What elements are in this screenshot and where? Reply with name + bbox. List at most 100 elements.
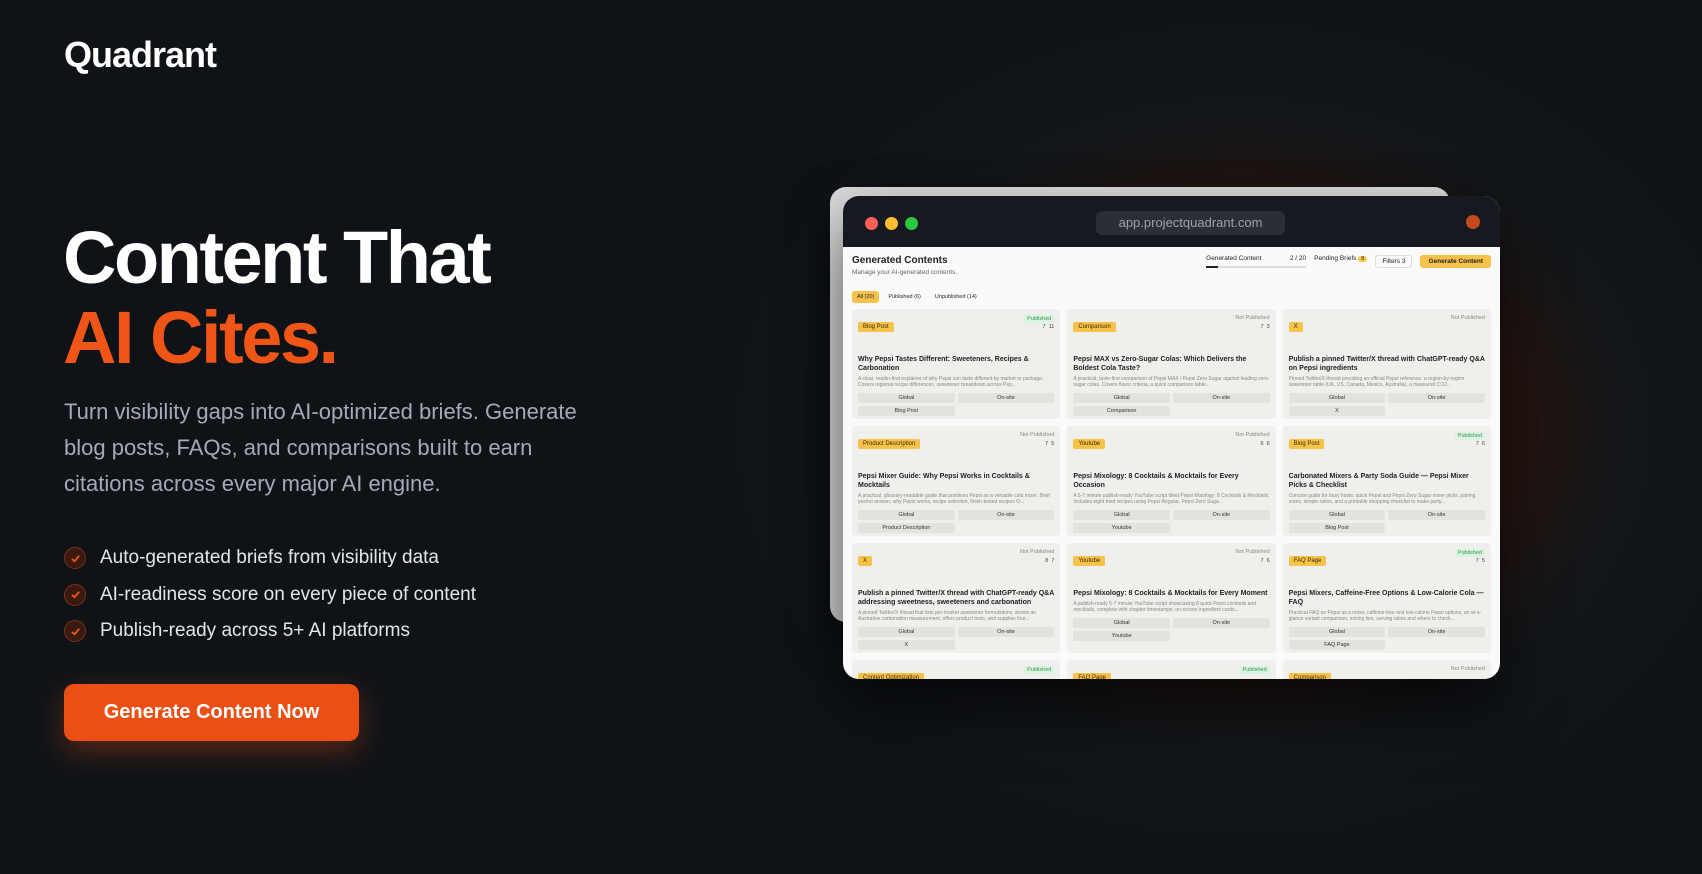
card-stats: 7 3 [1260, 324, 1270, 330]
format-pill: Youtube [1073, 523, 1170, 533]
content-type-tag: Comparison [1288, 673, 1332, 679]
card-description: A pinned Twitter/X thread that lists per… [858, 610, 1037, 622]
content-grid: Blog Post Published 7 11 Why Pepsi Tastes D… [852, 309, 1491, 653]
url-bar: app.projectquadrant.com [1096, 211, 1285, 235]
placement-pill: On-site [957, 627, 1055, 637]
status-badge: Published [1024, 315, 1055, 323]
content-card[interactable]: Youtube Not Published 7 6 Pepsi Mixology: 8… [1067, 543, 1276, 653]
content-type-tag: Content Optimization [858, 673, 925, 679]
status-badge: Not Published [1235, 432, 1270, 438]
pending-briefs[interactable]: Pending Briefs 8 [1314, 255, 1368, 262]
page-subtitle: Manage your AI-generated contents. [852, 269, 958, 276]
filter-tabs: All (20) Published (6) Unpublished (14) [852, 291, 1491, 303]
feature-text: Publish-ready across 5+ AI platforms [100, 620, 410, 642]
feature-item: Publish-ready across 5+ AI platforms [64, 613, 476, 650]
content-card[interactable]: Comparison Not Published 7 3 Pepsi MAX vs Z… [1067, 309, 1276, 419]
card-description: A practical, glossary-readable guide tha… [858, 493, 1050, 505]
card-title: Pepsi Mixers, Caffeine-Free Options & Lo… [1288, 590, 1484, 606]
app-content: Generated Contents Manage your AI-genera… [843, 247, 1500, 679]
feature-text: AI-readiness score on every piece of con… [100, 583, 476, 605]
feature-list: Auto-generated briefs from visibility da… [64, 540, 476, 650]
content-type-tag: X [1288, 322, 1303, 332]
record-icon [1466, 215, 1480, 229]
status-badge: Published [1239, 666, 1270, 674]
content-card[interactable]: Blog Post Published 7 6 Carbonated Mixers &… [1282, 426, 1491, 536]
region-pill: Global [858, 393, 955, 403]
content-card[interactable]: X Not Published 8 7 Publish a pinned Twitte… [852, 543, 1061, 653]
minimize-dot-icon [885, 217, 898, 230]
placement-pill: On-site [1388, 510, 1485, 520]
status-badge: Published [1024, 666, 1055, 674]
content-type-tag: Product Description [858, 439, 921, 449]
generate-content-button[interactable]: Generate Content Now [64, 684, 359, 741]
card-description: Concise guide for busy hosts: quick Peps… [1288, 493, 1476, 505]
card-title: Pepsi Mixer Guide: Why Pepsi Works in Co… [858, 473, 1030, 489]
content-type-tag: X [858, 556, 873, 566]
content-card[interactable]: Blog Post Published 7 11 Why Pepsi Tastes D… [852, 309, 1061, 419]
app-mockup: app.projectquadrant.com Generated Conten… [843, 196, 1500, 679]
hero-headline: Content That AI Cites. [63, 216, 492, 379]
card-stats: 7 6 [1475, 441, 1485, 447]
check-icon [64, 583, 86, 606]
card-description: A publish-ready 5-7 minute YouTube scrip… [1073, 601, 1257, 613]
content-card[interactable]: Youtube Not Published 6 6 Pepsi Mixology: 8… [1067, 426, 1276, 536]
brand-logo[interactable]: Quadrant [64, 34, 217, 76]
placement-pill: On-site [1172, 618, 1270, 628]
close-dot-icon [865, 217, 878, 230]
format-pill: Blog Post [1288, 523, 1386, 533]
card-description: Pinned Twitter/X thread providing an off… [1288, 376, 1465, 388]
tab-published[interactable]: Published (6) [883, 291, 925, 303]
generate-content-app-button[interactable]: Generate Content [1420, 255, 1491, 268]
format-pill: Comparison [1073, 406, 1170, 416]
card-title: Publish a pinned Twitter/X thread with C… [1288, 356, 1485, 372]
content-card[interactable]: FAQ Page Published [1067, 660, 1276, 679]
browser-titlebar: app.projectquadrant.com [843, 196, 1500, 247]
content-card[interactable]: FAQ Page Published 7 5 Pepsi Mixers, Caffei… [1282, 543, 1491, 653]
maximize-dot-icon [905, 217, 918, 230]
content-grid-partial: Content Optimization Published FAQ Page Pub… [852, 660, 1491, 679]
card-stats: 6 6 [1260, 441, 1270, 447]
card-title: Pepsi MAX vs Zero-Sugar Colas: Which Del… [1073, 356, 1247, 372]
region-pill: Global [1073, 510, 1170, 520]
content-type-tag: Comparison [1073, 322, 1116, 332]
check-icon [64, 620, 86, 643]
region-pill: Global [1073, 618, 1170, 628]
status-badge: Published [1454, 432, 1485, 440]
card-stats [1482, 324, 1485, 330]
check-icon [64, 547, 86, 570]
content-type-tag: FAQ Page [1073, 673, 1112, 679]
content-type-tag: Youtube [1073, 439, 1106, 449]
card-description: Practical FAQ on Pepsi as a mixer, caffe… [1288, 610, 1482, 622]
placement-pill: On-site [1172, 510, 1270, 520]
feature-item: Auto-generated briefs from visibility da… [64, 540, 476, 577]
card-description: A practical, taste-first comparison of P… [1073, 376, 1270, 388]
placement-pill: On-site [1388, 393, 1485, 403]
content-card[interactable]: Content Optimization Published [852, 660, 1061, 679]
content-card[interactable]: X Not Published Publish a pinned Twitter/… [1282, 309, 1491, 419]
region-pill: Global [858, 510, 955, 520]
card-title: Pepsi Mixology: 8 Cocktails & Mocktails … [1073, 473, 1239, 489]
content-card[interactable]: Product Description Not Published 7 5 Pepsi… [852, 426, 1061, 536]
placement-pill: On-site [1388, 627, 1485, 637]
feature-item: AI-readiness score on every piece of con… [64, 577, 476, 614]
region-pill: Global [1288, 510, 1386, 520]
status-badge: Not Published [1020, 432, 1055, 438]
feature-text: Auto-generated briefs from visibility da… [100, 547, 439, 569]
tab-unpublished[interactable]: Unpublished (14) [930, 291, 982, 303]
card-title: Pepsi Mixology: 8 Cocktails & Mocktails … [1073, 590, 1268, 597]
card-description: A clear, reader-first explainer of why P… [858, 376, 1044, 388]
tab-all[interactable]: All (20) [852, 291, 880, 303]
placement-pill: On-site [957, 393, 1055, 403]
content-type-tag: Youtube [1073, 556, 1106, 566]
format-pill: Product Description [858, 523, 955, 533]
headline-line-1: Content That [63, 216, 492, 299]
content-type-tag: FAQ Page [1288, 556, 1327, 566]
filters-button[interactable]: Filters 3 [1375, 255, 1413, 268]
headline-line-2: AI Cites. [63, 296, 339, 379]
format-pill: X [1288, 406, 1386, 416]
card-title: Carbonated Mixers & Party Soda Guide — P… [1288, 473, 1469, 489]
region-pill: Global [1288, 393, 1386, 403]
content-type-tag: Blog Post [1288, 439, 1325, 449]
content-card[interactable]: Comparison Not Published [1282, 660, 1491, 679]
region-pill: Global [1073, 393, 1170, 403]
